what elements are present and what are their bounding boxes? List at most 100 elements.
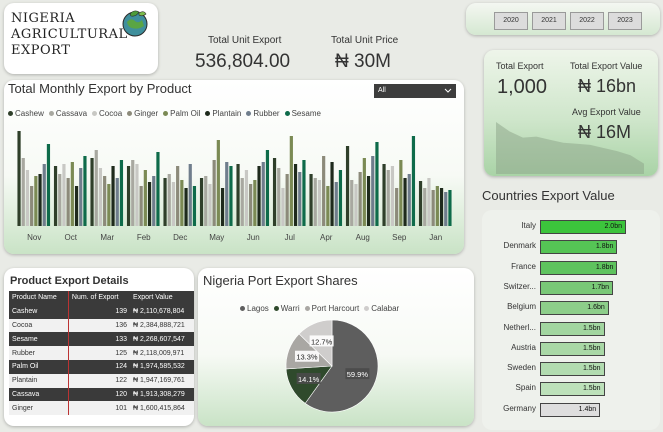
country-name: Germany <box>503 403 536 413</box>
year-button-2022[interactable]: 2022 <box>570 12 604 30</box>
country-row: Sweden 1.5bn <box>486 362 656 377</box>
country-value-label: 1.5bn <box>582 385 601 393</box>
country-value-label: 1.5bn <box>582 365 601 373</box>
total-unit-export-label: Total Unit Export <box>208 35 282 46</box>
bar-jan-sesame <box>448 190 452 226</box>
x-tick-label: Sep <box>392 233 407 242</box>
bar-jul-cassava <box>277 168 281 226</box>
country-bar[interactable]: 2.0bn <box>540 220 626 234</box>
bar-aug-cashew <box>345 146 350 226</box>
bar-jun-rubber <box>261 162 265 226</box>
country-value-label: 1.7bn <box>591 283 610 291</box>
country-bar[interactable]: 1.4bn <box>540 402 601 417</box>
bar-may-sesame <box>229 166 233 226</box>
country-row: Belgium 1.6bn <box>486 301 656 316</box>
x-tick-label: Jul <box>285 233 295 242</box>
bar-jul-cocoa <box>281 188 285 226</box>
table-header-row: Product Name Num. of Export Export Value <box>9 291 194 305</box>
country-name: Netherl... <box>503 322 536 332</box>
bar-nov-cocoa <box>25 170 30 226</box>
table-row[interactable]: Cassava 120 ₦ 1,913,308,279 <box>9 387 194 402</box>
country-bar[interactable]: 1.8bn <box>540 260 618 275</box>
bar-sep-cassava <box>386 170 390 226</box>
country-bar[interactable]: 1.5bn <box>540 321 605 336</box>
bar-jun-cocoa <box>244 170 249 226</box>
bar-apr-ginger <box>322 156 326 226</box>
year-button-2020[interactable]: 2020 <box>494 12 528 30</box>
year-button-2021[interactable]: 2021 <box>532 12 566 30</box>
country-bar[interactable]: 1.7bn <box>540 280 614 295</box>
num-export-cell: 101 <box>67 401 131 416</box>
bar-may-cassava <box>204 176 208 226</box>
table-header-cell[interactable]: Export Value <box>130 291 194 305</box>
bar-oct-sesame <box>83 156 87 226</box>
bar-aug-ginger <box>358 172 362 226</box>
bar-mar-palm-oil <box>107 184 111 226</box>
bar-feb-cocoa <box>135 164 139 226</box>
bar-aug-sesame <box>375 142 379 226</box>
country-bar[interactable]: 1.6bn <box>540 301 609 316</box>
bar-oct-plantain <box>74 186 79 226</box>
product-name-cell: Cashew <box>12 308 38 316</box>
bar-may-rubber <box>225 162 229 226</box>
country-name: Denmark <box>503 241 536 251</box>
country-name: Sweden <box>507 363 536 373</box>
monthly-chart-title: Total Monthly Export by Product <box>8 81 192 96</box>
total-unit-export-value: 536,804.00 <box>195 51 291 72</box>
bar-aug-cassava <box>350 180 354 226</box>
table-header-cell[interactable]: Product Name <box>9 291 68 305</box>
bar-dec-ginger <box>176 166 180 226</box>
table-row[interactable]: Sesame 133 ₦ 2,268,607,547 <box>9 332 194 347</box>
x-tick-label: Apr <box>320 233 333 242</box>
table-row[interactable]: Ginger 101 ₦ 1,600,415,864 <box>9 401 194 416</box>
bar-feb-cashew <box>126 166 131 226</box>
x-tick-label: May <box>209 233 224 242</box>
country-name: Belgium <box>507 302 536 312</box>
bar-dec-rubber <box>188 164 192 226</box>
bar-feb-cassava <box>131 160 135 226</box>
bar-apr-cashew <box>309 174 313 226</box>
country-row: Switzer... 1.7bn <box>486 280 656 295</box>
bar-oct-palm-oil <box>70 162 74 226</box>
bar-sep-plantain <box>403 178 407 226</box>
globe-leaf-icon <box>122 10 148 37</box>
title-card: NIGERIA AGRICULTURAL EXPORT <box>4 3 158 74</box>
bar-may-cocoa <box>208 184 212 226</box>
country-name: Italy <box>521 221 536 230</box>
table-header-cell[interactable]: Num. of Export <box>67 291 131 305</box>
bar-jan-palm-oil <box>435 186 439 226</box>
table-row[interactable]: Cocoa 136 ₦ 2,384,888,721 <box>9 318 194 333</box>
bar-may-plantain <box>220 188 225 226</box>
monthly-filter-dropdown[interactable]: All <box>374 84 456 98</box>
bar-jul-palm-oil <box>289 136 293 226</box>
country-value-label: 1.5bn <box>582 344 601 352</box>
bar-aug-plantain <box>366 176 371 226</box>
countries-chart-title: Countries Export Value <box>482 188 615 203</box>
country-name: Spain <box>515 383 536 393</box>
product-details-title: Product Export Details <box>10 275 129 287</box>
num-export-cell: 136 <box>67 318 131 333</box>
year-button-2023[interactable]: 2023 <box>608 12 642 30</box>
bar-mar-cassava <box>94 150 98 226</box>
x-tick-label: Aug <box>356 233 370 242</box>
country-bar[interactable]: 1.5bn <box>540 382 605 397</box>
x-tick-label: Jan <box>429 233 442 242</box>
country-bar[interactable]: 1.5bn <box>540 362 605 377</box>
bar-sep-rubber <box>407 174 411 226</box>
bar-aug-palm-oil <box>362 158 366 226</box>
table-row[interactable]: Cashew 139 ₦ 2,110,678,804 <box>9 304 194 319</box>
monthly-bar-chart: Nov Oct Mar Feb Dec May Jun Jul Apr Aug Sep Jan <box>17 131 452 242</box>
table-row[interactable]: Rubber 125 ₦ 2,118,009,971 <box>9 346 194 360</box>
table-row[interactable]: Plantain 122 ₦ 1,947,169,761 <box>9 373 194 388</box>
total-export-value: 1,000 <box>497 76 548 98</box>
bar-apr-cocoa <box>317 180 322 226</box>
country-value-label: 1.4bn <box>578 405 597 413</box>
country-bar[interactable]: 1.8bn <box>540 240 618 255</box>
bar-nov-rubber <box>42 164 46 226</box>
country-bar[interactable]: 1.5bn <box>540 341 605 356</box>
bar-jan-plantain <box>439 188 444 226</box>
bar-feb-palm-oil <box>143 170 147 226</box>
export-value-cell: ₦ 2,384,888,721 <box>133 321 185 329</box>
port-export-card: Nigeria Port Export Shares Lagos Warri Por… <box>198 268 474 426</box>
table-row[interactable]: Palm Oil 124 ₦ 1,974,585,532 <box>9 359 194 374</box>
